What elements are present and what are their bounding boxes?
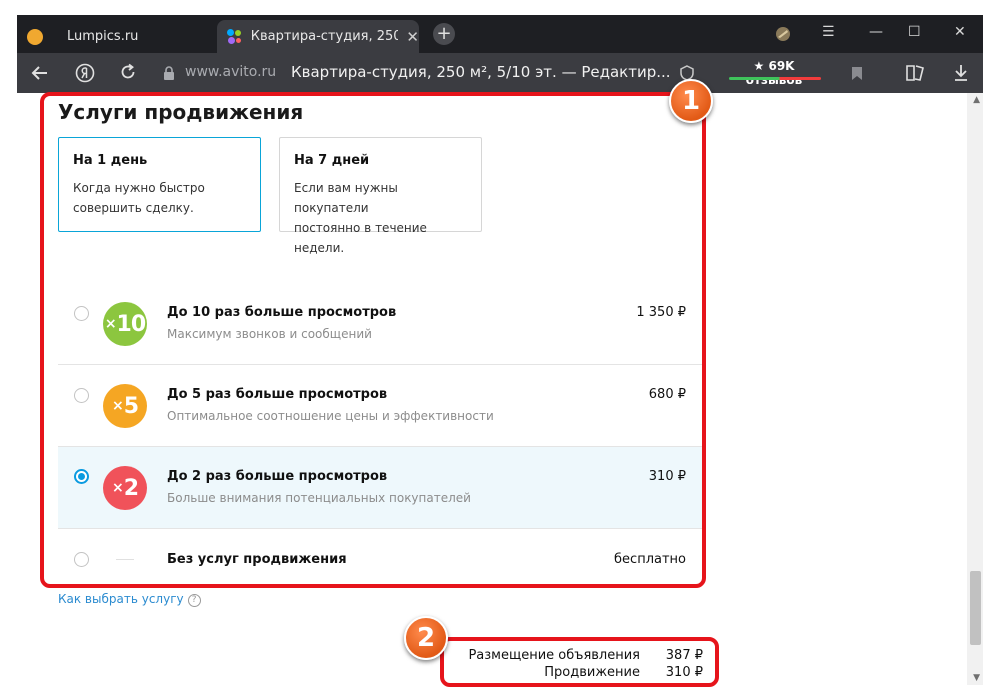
annotation-marker-2: 2 bbox=[404, 616, 448, 660]
tab-title: Lumpics.ru bbox=[67, 29, 139, 44]
annotation-marker-1: 1 bbox=[669, 79, 713, 123]
back-icon[interactable] bbox=[31, 64, 49, 82]
avito-favicon-icon bbox=[227, 28, 243, 45]
tab-title: Квартира-студия, 250 м bbox=[250, 29, 399, 44]
minimize-icon[interactable]: — bbox=[869, 24, 883, 40]
url-page-title[interactable]: Квартира-студия, 250 м², 5/10 эт. — Реда… bbox=[291, 63, 671, 81]
reload-icon[interactable] bbox=[119, 63, 137, 81]
tab-avito[interactable]: Квартира-студия, 250 м ✕ bbox=[217, 20, 419, 53]
scroll-up-icon[interactable]: ▲ bbox=[973, 95, 980, 105]
extension-icon[interactable] bbox=[774, 25, 792, 43]
menu-icon[interactable]: ☰ bbox=[822, 24, 835, 40]
scrollbar-thumb[interactable] bbox=[970, 571, 981, 645]
highlight-promotion-box bbox=[40, 92, 706, 588]
tab-close-icon[interactable]: ✕ bbox=[406, 28, 419, 46]
how-to-choose-link[interactable]: Как выбрать услугу? bbox=[58, 592, 201, 607]
bookmark-icon[interactable] bbox=[851, 66, 863, 81]
tab-bar: Lumpics.ru Квартира-студия, 250 м ✕ + ☰ … bbox=[17, 15, 983, 53]
lumpics-favicon-icon bbox=[27, 28, 43, 45]
scroll-down-icon[interactable]: ▼ bbox=[973, 673, 980, 683]
help-link-text: Как выбрать услугу bbox=[58, 592, 184, 606]
download-icon[interactable] bbox=[953, 64, 969, 82]
help-question-icon[interactable]: ? bbox=[187, 594, 201, 607]
lock-icon bbox=[164, 66, 174, 80]
highlight-totals-box bbox=[440, 637, 719, 687]
address-bar: www.avito.ru Квартира-студия, 250 м², 5/… bbox=[17, 53, 983, 93]
reviews-rating-bar bbox=[729, 77, 821, 80]
close-window-icon[interactable]: ✕ bbox=[954, 24, 966, 40]
tab-lumpics[interactable]: Lumpics.ru bbox=[17, 20, 217, 53]
scrollbar-track[interactable]: ▲ ▼ bbox=[967, 93, 983, 685]
collections-icon[interactable] bbox=[905, 64, 925, 82]
maximize-icon[interactable]: ☐ bbox=[908, 24, 921, 40]
new-tab-button[interactable]: + bbox=[433, 23, 455, 45]
reviews-rating[interactable]: ★ 69K отзывов bbox=[727, 59, 821, 87]
url-domain[interactable]: www.avito.ru bbox=[185, 64, 276, 80]
yandex-icon[interactable] bbox=[75, 63, 95, 83]
